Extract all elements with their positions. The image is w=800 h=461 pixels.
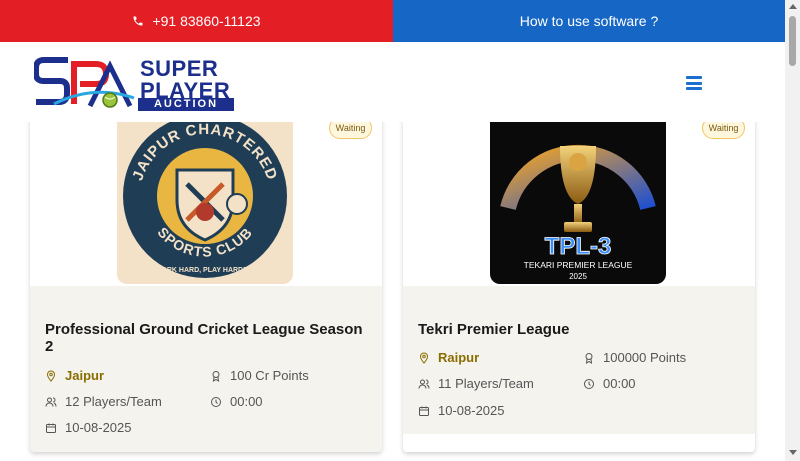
page-scrollbar[interactable] — [785, 0, 800, 461]
city-name: Raipur — [438, 350, 480, 365]
auction-card[interactable]: TPL-3 TEKARI PREMIER LEAGUE 2025 Waiting… — [403, 100, 755, 452]
time-info: 00:00 — [210, 394, 263, 409]
scrollbar-thumb[interactable] — [789, 16, 796, 66]
time-value: 00:00 — [230, 394, 263, 409]
players-info: 11 Players/Team — [418, 376, 534, 391]
players-info: 12 Players/Team — [45, 394, 162, 409]
card-image-area: TPL-3 TEKARI PREMIER LEAGUE 2025 Waiting — [403, 100, 755, 286]
how-to-use-label: How to use software ? — [519, 13, 659, 29]
spa-monogram-logo — [34, 57, 135, 108]
league-trophy-image: TPL-3 TEKARI PREMIER LEAGUE 2025 — [500, 144, 656, 281]
card-image-area: JAIPUR CHARTERED SPORTS CLUB WORK HARD, … — [30, 100, 382, 286]
location-pin-icon — [46, 369, 56, 382]
users-icon — [45, 397, 57, 407]
points-value: 100 Cr Points — [230, 368, 309, 383]
card-footer-strip — [403, 434, 755, 452]
award-icon — [212, 370, 220, 382]
time-info: 00:00 — [583, 376, 636, 391]
phone-link[interactable]: +91 83860-11123 — [0, 0, 393, 42]
date-value: 10-08-2025 — [65, 420, 132, 435]
points-info: 100000 Points — [583, 350, 686, 365]
phone-icon — [133, 16, 143, 26]
location-pin-icon — [419, 351, 429, 364]
top-contact-bar: +91 83860-11123 How to use software ? — [0, 0, 785, 42]
players-value: 11 Players/Team — [438, 376, 534, 391]
calendar-icon — [46, 423, 56, 433]
jaipur-chartered-sports-club-logo: JAIPUR CHARTERED SPORTS CLUB WORK HARD, … — [117, 100, 293, 284]
league-title[interactable]: Professional Ground Cricket League Seaso… — [45, 321, 365, 355]
city-info: Jaipur — [45, 368, 104, 383]
time-value: 00:00 — [603, 376, 636, 391]
date-info: 10-08-2025 — [45, 420, 132, 435]
city-name: Jaipur — [65, 368, 105, 383]
phone-number: +91 83860-11123 — [152, 13, 261, 29]
super-player-auction-logo[interactable]: SUPER PLAYER AUCTION — [34, 54, 236, 111]
club-badge-image: JAIPUR CHARTERED SPORTS CLUB WORK HARD, … — [123, 114, 287, 278]
svg-text:TEKARI PREMIER LEAGUE: TEKARI PREMIER LEAGUE — [524, 260, 633, 270]
players-value: 12 Players/Team — [65, 394, 162, 409]
city-info: Raipur — [418, 350, 479, 365]
scroll-down-arrow-icon[interactable] — [789, 450, 797, 455]
svg-text:TPL-3: TPL-3 — [545, 233, 612, 260]
date-info: 10-08-2025 — [418, 403, 505, 418]
how-to-use-link[interactable]: How to use software ? — [393, 0, 785, 42]
points-value: 100000 Points — [603, 350, 687, 365]
league-title[interactable]: Tekri Premier League — [418, 321, 738, 338]
users-icon — [418, 379, 430, 389]
auction-card[interactable]: JAIPUR CHARTERED SPORTS CLUB WORK HARD, … — [30, 100, 382, 452]
calendar-icon — [419, 406, 429, 416]
svg-text:2025: 2025 — [569, 272, 587, 281]
logo-text-auction: AUCTION — [138, 98, 234, 111]
award-icon — [585, 352, 593, 364]
svg-text:WORK HARD, PLAY HARDER!: WORK HARD, PLAY HARDER! — [155, 267, 255, 274]
tekari-premier-league-logo: TPL-3 TEKARI PREMIER LEAGUE 2025 — [490, 100, 666, 284]
site-header: SUPER PLAYER AUCTION — [0, 42, 785, 122]
date-value: 10-08-2025 — [438, 403, 505, 418]
menu-icon[interactable] — [686, 76, 702, 90]
clock-icon — [211, 396, 221, 407]
points-info: 100 Cr Points — [210, 368, 309, 383]
clock-icon — [584, 378, 594, 389]
scroll-up-arrow-icon[interactable] — [789, 4, 797, 9]
